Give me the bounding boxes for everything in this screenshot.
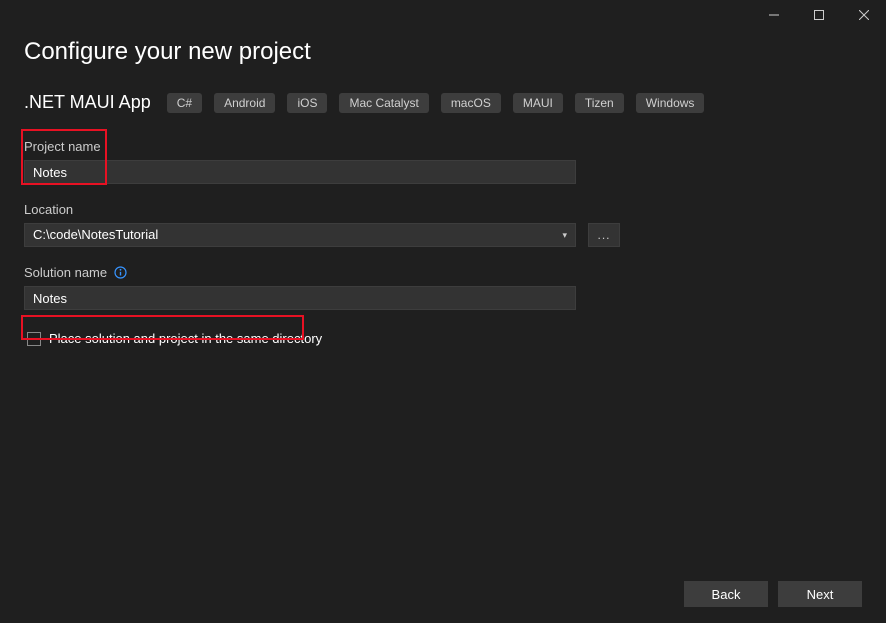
template-row: .NET MAUI App C# Android iOS Mac Catalys…: [24, 92, 862, 113]
minimize-icon: [769, 10, 779, 20]
browse-button[interactable]: ...: [588, 223, 620, 247]
minimize-button[interactable]: [751, 0, 796, 30]
tag: C#: [167, 93, 202, 113]
tag: macOS: [441, 93, 501, 113]
location-combo[interactable]: C:\code\NotesTutorial ▾: [24, 223, 576, 247]
location-label: Location: [24, 202, 862, 217]
tag: Windows: [636, 93, 705, 113]
info-icon[interactable]: [113, 266, 127, 280]
footer: Back Next: [684, 581, 862, 607]
page-title: Configure your new project: [24, 38, 862, 66]
project-name-label: Project name: [24, 139, 862, 154]
back-button[interactable]: Back: [684, 581, 768, 607]
same-directory-checkbox[interactable]: [27, 332, 41, 346]
chevron-down-icon: ▾: [562, 224, 567, 246]
titlebar: [0, 0, 886, 30]
maximize-icon: [814, 10, 824, 20]
tag: Android: [214, 93, 275, 113]
close-button[interactable]: [841, 0, 886, 30]
tag: MAUI: [513, 93, 563, 113]
project-name-input[interactable]: [24, 160, 576, 184]
maximize-button[interactable]: [796, 0, 841, 30]
tag: Mac Catalyst: [339, 93, 428, 113]
location-group: Location C:\code\NotesTutorial ▾ ...: [24, 202, 862, 247]
solution-name-group: Solution name: [24, 265, 862, 310]
template-name: .NET MAUI App: [24, 92, 151, 113]
next-button[interactable]: Next: [778, 581, 862, 607]
close-icon: [859, 10, 869, 20]
same-directory-row[interactable]: Place solution and project in the same d…: [24, 328, 862, 349]
tag: Tizen: [575, 93, 624, 113]
location-value: C:\code\NotesTutorial: [33, 224, 158, 246]
solution-name-input[interactable]: [24, 286, 576, 310]
project-name-group: Project name: [24, 139, 862, 184]
solution-name-label: Solution name: [24, 265, 862, 280]
solution-name-label-text: Solution name: [24, 265, 107, 280]
tag: iOS: [287, 93, 327, 113]
same-directory-label: Place solution and project in the same d…: [49, 331, 322, 346]
